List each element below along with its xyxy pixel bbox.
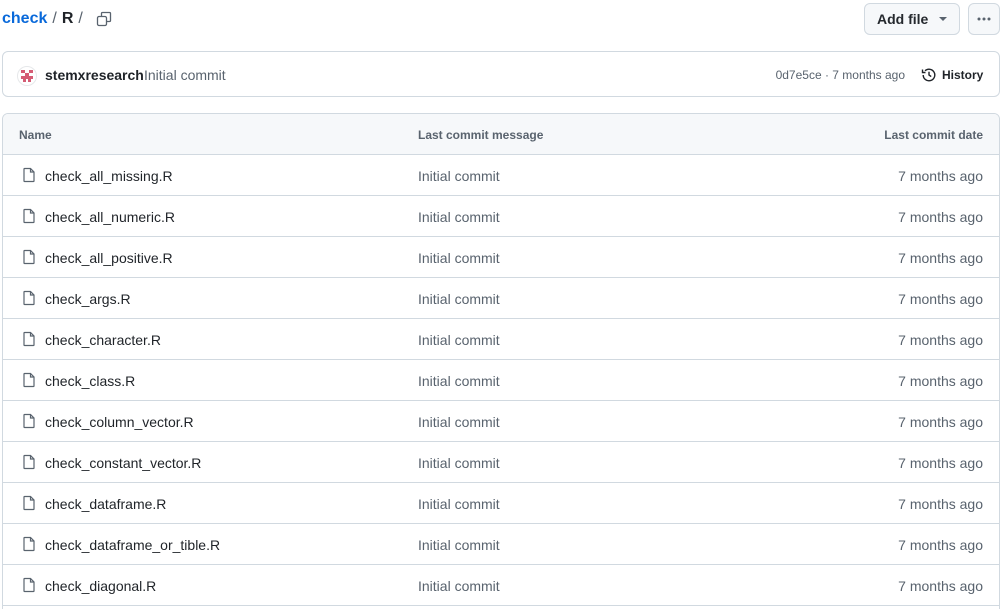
file-icon — [21, 249, 37, 265]
file-icon — [21, 495, 37, 511]
breadcrumb-separator: / — [52, 10, 57, 27]
file-commit-message-link[interactable]: Initial commit — [418, 168, 500, 184]
file-icon — [21, 577, 37, 593]
file-commit-date: 7 months ago — [898, 209, 983, 225]
file-name-link[interactable]: check_constant_vector.R — [45, 455, 201, 471]
file-icon — [21, 372, 37, 388]
file-table-body: check_all_missing.R Initial commit 7 month… — [3, 155, 999, 606]
table-row: check_constant_vector.R Initial commit 7 m… — [3, 442, 999, 483]
file-table: Name Last commit message Last commit dat… — [2, 113, 1000, 609]
table-row: check_class.R Initial commit 7 months ago — [3, 360, 999, 401]
file-icon — [21, 331, 37, 347]
file-commit-message-link[interactable]: Initial commit — [418, 332, 500, 348]
table-row: check_dataframe.R Initial commit 7 months … — [3, 483, 999, 524]
breadcrumb-repo-link[interactable]: check — [2, 9, 47, 29]
file-commit-message-link[interactable]: Initial commit — [418, 291, 500, 307]
file-name-link[interactable]: check_dataframe.R — [45, 496, 166, 512]
commit-hash-and-time[interactable]: 0d7e5ce · 7 months ago — [776, 68, 905, 83]
directory-header: check / R / Add file — [0, 0, 1003, 40]
history-icon — [921, 68, 936, 82]
column-header-name: Name — [19, 128, 52, 142]
file-commit-date: 7 months ago — [898, 455, 983, 471]
file-commit-date: 7 months ago — [898, 332, 983, 348]
table-row: check_all_positive.R Initial commit 7 mont… — [3, 237, 999, 278]
kebab-horizontal-icon — [977, 17, 991, 21]
file-icon — [21, 413, 37, 429]
file-name-link[interactable]: check_column_vector.R — [45, 414, 194, 430]
identicon-avatar-icon — [21, 70, 33, 82]
file-commit-date: 7 months ago — [898, 414, 983, 430]
table-row: check_diagonal.R Initial commit 7 months a… — [3, 565, 999, 606]
file-commit-date: 7 months ago — [898, 496, 983, 512]
add-file-button[interactable]: Add file — [864, 3, 960, 35]
history-button[interactable]: History — [921, 65, 983, 85]
file-name-link[interactable]: check_args.R — [45, 291, 131, 307]
file-commit-message-link[interactable]: Initial commit — [418, 578, 500, 594]
author-avatar[interactable] — [17, 66, 37, 86]
breadcrumb: check / R / — [2, 9, 88, 29]
file-table-header: Name Last commit message Last commit dat… — [3, 114, 999, 155]
column-header-date: Last commit date — [884, 128, 983, 142]
commit-message-link[interactable]: Initial commit — [144, 67, 226, 84]
repo-directory-page: check / R / Add file stemxresearch Initi… — [0, 0, 1003, 609]
file-name-link[interactable]: check_dataframe_or_tible.R — [45, 537, 220, 553]
latest-commit-box: stemxresearch Initial commit 0d7e5ce · 7… — [2, 51, 1000, 97]
table-row: check_dataframe_or_tible.R Initial commit… — [3, 524, 999, 565]
column-header-message: Last commit message — [418, 128, 544, 142]
more-options-button[interactable] — [968, 3, 1000, 35]
file-name-link[interactable]: check_diagonal.R — [45, 578, 156, 594]
file-commit-message-link[interactable]: Initial commit — [418, 496, 500, 512]
add-file-label: Add file — [877, 11, 929, 27]
file-commit-message-link[interactable]: Initial commit — [418, 537, 500, 553]
file-name-link[interactable]: check_all_missing.R — [45, 168, 173, 184]
table-row: check_args.R Initial commit 7 months ago — [3, 278, 999, 319]
history-label: History — [942, 68, 984, 82]
file-icon — [21, 290, 37, 306]
file-commit-date: 7 months ago — [898, 250, 983, 266]
file-icon — [21, 454, 37, 470]
triangle-down-icon — [939, 17, 947, 21]
file-icon — [21, 208, 37, 224]
breadcrumb-trailing-separator: / — [78, 10, 83, 27]
file-commit-message-link[interactable]: Initial commit — [418, 250, 500, 266]
commit-author-link[interactable]: stemxresearch — [45, 67, 144, 84]
file-commit-message-link[interactable]: Initial commit — [418, 414, 500, 430]
table-row: check_all_missing.R Initial commit 7 month… — [3, 155, 999, 196]
copy-icon — [96, 11, 112, 27]
file-commit-message-link[interactable]: Initial commit — [418, 455, 500, 471]
file-commit-date: 7 months ago — [898, 291, 983, 307]
table-row: check_column_vector.R Initial commit 7 mon… — [3, 401, 999, 442]
file-commit-message-link[interactable]: Initial commit — [418, 373, 500, 389]
file-commit-date: 7 months ago — [898, 168, 983, 184]
file-commit-message-link[interactable]: Initial commit — [418, 209, 500, 225]
file-icon — [21, 167, 37, 183]
breadcrumb-current-dir: R — [61, 10, 74, 27]
file-name-link[interactable]: check_all_numeric.R — [45, 209, 175, 225]
file-icon — [21, 536, 37, 552]
file-name-link[interactable]: check_class.R — [45, 373, 135, 389]
file-commit-date: 7 months ago — [898, 578, 983, 594]
copy-path-button[interactable] — [94, 9, 114, 29]
file-commit-date: 7 months ago — [898, 373, 983, 389]
file-commit-date: 7 months ago — [898, 537, 983, 553]
file-name-link[interactable]: check_all_positive.R — [45, 250, 173, 266]
table-row: check_character.R Initial commit 7 months … — [3, 319, 999, 360]
file-name-link[interactable]: check_character.R — [45, 332, 161, 348]
table-row: check_all_numeric.R Initial commit 7 month… — [3, 196, 999, 237]
